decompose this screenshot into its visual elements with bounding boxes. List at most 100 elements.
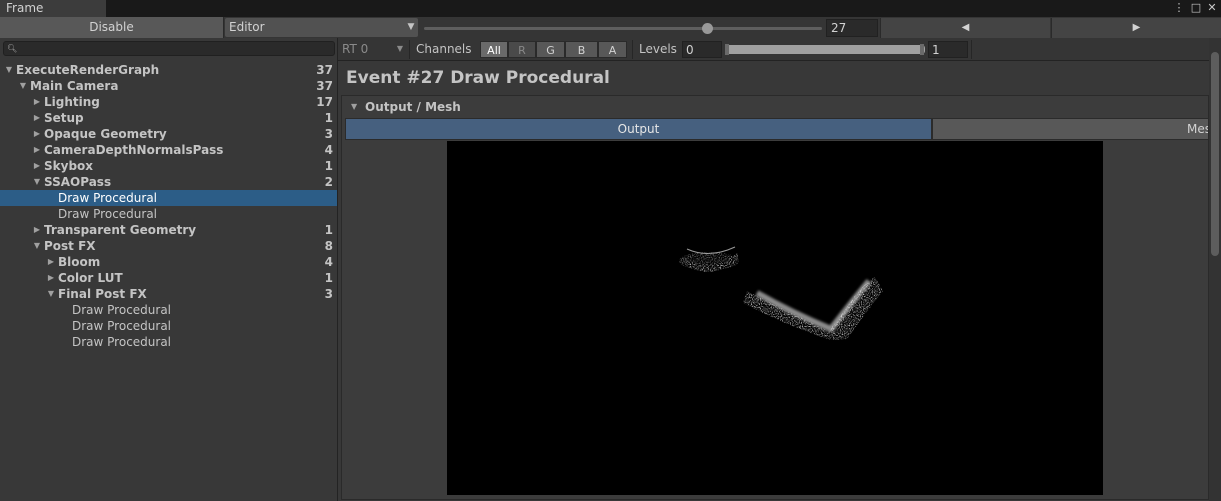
event-number-field[interactable]: 27 <box>826 19 878 37</box>
arrow-left-icon: ◀ <box>961 22 970 33</box>
kebab-menu-icon[interactable]: ⋮ <box>1172 0 1186 17</box>
tree-row[interactable]: Draw Procedural <box>0 206 337 222</box>
disable-button[interactable]: Disable <box>0 17 224 38</box>
tree-row-label: Lighting <box>44 95 100 109</box>
tree-row-label: Post FX <box>44 239 96 253</box>
tree-row-label: Skybox <box>44 159 94 173</box>
preview-image <box>679 246 883 340</box>
tree-row-label: CameraDepthNormalsPass <box>44 143 224 157</box>
expanded-arrow-icon[interactable]: ▼ <box>32 174 42 190</box>
tab-mesh-label: Mesh <box>1187 122 1208 136</box>
toolbar-divider <box>971 40 972 59</box>
tree-row-count: 3 <box>324 127 333 141</box>
tree-row[interactable]: ▼ Main Camera 37 <box>0 78 337 94</box>
tree-row-label: Draw Procedural <box>72 319 172 333</box>
tree-row-count: 17 <box>316 95 333 109</box>
level-min-field[interactable]: 0 <box>682 41 722 58</box>
channel-g-button[interactable]: G <box>536 41 565 58</box>
tree-row-label: Color LUT <box>58 271 123 285</box>
collapsed-arrow-icon[interactable]: ▶ <box>32 110 42 126</box>
tree-row[interactable]: Draw Procedural <box>0 302 337 318</box>
close-icon[interactable]: ✕ <box>1205 0 1219 17</box>
tree-row-label: Final Post FX <box>58 287 147 301</box>
tree-row-count: 8 <box>324 239 333 253</box>
event-slider-thumb[interactable] <box>701 23 713 34</box>
expanded-arrow-icon[interactable]: ▼ <box>46 286 56 302</box>
collapsed-arrow-icon[interactable]: ▶ <box>32 126 42 142</box>
collapsed-arrow-icon[interactable]: ▶ <box>46 270 56 286</box>
collapsed-arrow-icon[interactable]: ▶ <box>32 158 42 174</box>
event-slider[interactable] <box>424 27 822 30</box>
collapsed-arrow-icon[interactable]: ▶ <box>32 142 42 158</box>
expanded-arrow-icon[interactable]: ▼ <box>32 238 42 254</box>
channels-label: Channels <box>416 42 472 56</box>
levels-min-handle[interactable] <box>725 44 729 55</box>
channel-all-button[interactable]: All <box>480 41 508 58</box>
tree-row[interactable]: ▼ Post FX 8 <box>0 238 337 254</box>
output-mesh-foldout[interactable]: Output / Mesh <box>365 99 461 115</box>
tree-row-label: Draw Procedural <box>58 207 158 221</box>
tree-row[interactable]: ▶ Lighting 17 <box>0 94 337 110</box>
tree-row-label: Opaque Geometry <box>44 127 167 141</box>
tree-row-count: 37 <box>316 79 333 93</box>
tree-row-count: 4 <box>324 255 333 269</box>
toolbar-divider <box>409 40 410 59</box>
tree-row[interactable]: ▼ Final Post FX 3 <box>0 286 337 302</box>
target-select[interactable]: Editor <box>225 18 418 37</box>
levels-label: Levels <box>639 42 677 56</box>
search-input[interactable] <box>3 41 335 56</box>
tree-row-count: 2 <box>324 175 333 189</box>
tree-row-label: Setup <box>44 111 84 125</box>
tree-row-label: Transparent Geometry <box>44 223 197 237</box>
previous-event-button[interactable]: ◀ <box>880 18 1050 38</box>
dropdown-arrow-icon: ▼ <box>407 22 415 32</box>
scrollbar-thumb[interactable] <box>1211 52 1219 256</box>
tab-output[interactable]: Output <box>345 118 932 140</box>
tree-row[interactable]: Draw Procedural <box>0 318 337 334</box>
channel-a-button[interactable]: A <box>598 41 627 58</box>
tree-row[interactable]: ▶ CameraDepthNormalsPass 4 <box>0 142 337 158</box>
tree-row-label: Draw Procedural <box>72 335 172 349</box>
arrow-right-icon: ▶ <box>1132 22 1141 33</box>
tree-row[interactable]: Draw Procedural <box>0 190 337 206</box>
tree-row-count: 1 <box>324 271 333 285</box>
tree-row[interactable]: ▶ Opaque Geometry 3 <box>0 126 337 142</box>
window-tab-frame-debugger[interactable]: Frame Debugger <box>0 0 106 32</box>
event-title: Event #27 Draw Procedural <box>346 68 610 88</box>
search-icon: 🔍︎ <box>7 44 18 53</box>
collapsed-arrow-icon[interactable]: ▶ <box>32 222 42 238</box>
tree-row-count: 1 <box>324 111 333 125</box>
collapsed-arrow-icon[interactable]: ▶ <box>46 254 56 270</box>
toolbar-divider <box>632 40 633 59</box>
tree-row-label: Bloom <box>58 255 101 269</box>
tree-row[interactable]: ▶ Color LUT 1 <box>0 270 337 286</box>
levels-max-handle[interactable] <box>920 44 924 55</box>
expanded-arrow-icon[interactable]: ▼ <box>4 62 14 78</box>
level-max-field[interactable]: 1 <box>928 41 968 58</box>
tree-row[interactable]: ▶ Skybox 1 <box>0 158 337 174</box>
dropdown-arrow-icon: ▼ <box>396 44 404 53</box>
tab-mesh[interactable]: Mesh <box>932 118 1209 140</box>
levels-range-slider[interactable] <box>725 45 925 54</box>
tree-row-label: SSAOPass <box>44 175 112 189</box>
tree-row[interactable]: ▼ SSAOPass 2 <box>0 174 337 190</box>
tree-row[interactable]: ▶ Setup 1 <box>0 110 337 126</box>
channel-b-button[interactable]: B <box>565 41 598 58</box>
foldout-arrow-icon[interactable]: ▼ <box>351 99 357 115</box>
tree-row[interactable]: Draw Procedural <box>0 334 337 350</box>
tree-row-count: 4 <box>324 143 333 157</box>
tree-row-label: Draw Procedural <box>72 303 172 317</box>
window-tab-bar <box>0 0 1221 17</box>
tree-row[interactable]: ▼ ExecuteRenderGraph 37 <box>0 62 337 78</box>
maximize-icon[interactable]: □ <box>1189 0 1203 17</box>
tree-row[interactable]: ▶ Transparent Geometry 1 <box>0 222 337 238</box>
tree-row-label: Main Camera <box>30 79 119 93</box>
tree-row-label: ExecuteRenderGraph <box>16 63 160 77</box>
next-event-button[interactable]: ▶ <box>1051 18 1221 38</box>
tree-row-count: 3 <box>324 287 333 301</box>
tree-row-label: Draw Procedural <box>58 191 158 205</box>
collapsed-arrow-icon[interactable]: ▶ <box>32 94 42 110</box>
expanded-arrow-icon[interactable]: ▼ <box>18 78 28 94</box>
channel-r-button[interactable]: R <box>508 41 536 58</box>
tree-row[interactable]: ▶ Bloom 4 <box>0 254 337 270</box>
